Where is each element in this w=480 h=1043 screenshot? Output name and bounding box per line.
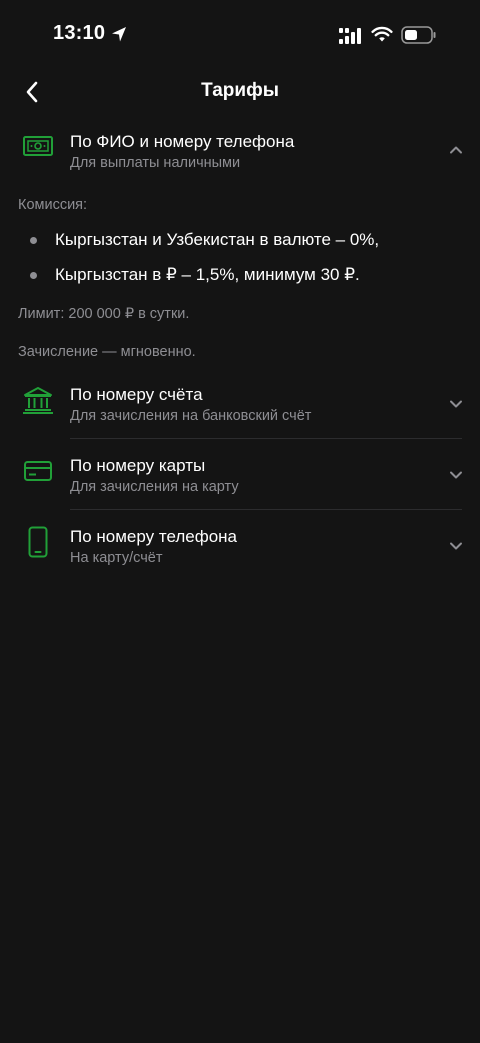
bank-icon	[20, 382, 56, 418]
credit-time-text: Зачисление — мгновенно.	[18, 344, 196, 360]
option-title: По ФИО и номеру телефона	[70, 132, 295, 151]
chevron-down-icon	[446, 536, 466, 556]
cellular-signal-icon	[339, 28, 361, 44]
list-item: Кыргызстан и Узбекистан в валюте – 0%,	[0, 228, 480, 252]
limit-text: Лимит: 200 000 ₽ в сутки.	[18, 306, 190, 322]
tariff-option-cash[interactable]: По ФИО и номеру телефона Для выплаты нал…	[0, 124, 480, 182]
status-time: 13:10	[53, 22, 106, 44]
phone-icon	[20, 524, 56, 560]
tariff-option-card[interactable]: По номеру карты Для зачисления на карту	[0, 447, 480, 509]
option-subtitle: Для зачисления на банковский счёт	[70, 408, 312, 424]
option-title: По номеру телефона	[70, 527, 238, 546]
list-item: Кыргызстан в ₽ – 1,5%, минимум 30 ₽.	[0, 263, 480, 287]
card-icon	[20, 453, 56, 489]
battery-icon	[401, 26, 436, 44]
tariff-option-phone[interactable]: По номеру телефона На карту/счёт	[0, 518, 480, 580]
commission-label: Комиссия:	[18, 197, 88, 213]
option-title: По номеру карты	[70, 456, 206, 475]
wifi-icon	[371, 26, 393, 42]
banknote-icon	[20, 128, 56, 164]
bullet-text: Кыргызстан и Узбекистан в валюте – 0%,	[55, 230, 380, 249]
option-title: По номеру счёта	[70, 385, 203, 404]
chevron-down-icon	[446, 465, 466, 485]
bullet-dot	[30, 272, 37, 279]
bullet-dot	[30, 237, 37, 244]
page-title: Тарифы	[201, 80, 279, 101]
tariff-option-account[interactable]: По номеру счёта Для зачисления на банков…	[0, 376, 480, 438]
chevron-up-icon	[446, 140, 466, 160]
option-subtitle: Для зачисления на карту	[70, 479, 239, 495]
navigation-bar: Тарифы	[0, 70, 480, 114]
option-subtitle: На карту/счёт	[70, 550, 163, 566]
bullet-text: Кыргызстан в ₽ – 1,5%, минимум 30 ₽.	[55, 265, 360, 284]
option-subtitle: Для выплаты наличными	[70, 155, 241, 171]
divider	[70, 509, 462, 510]
location-arrow-icon	[112, 27, 126, 42]
chevron-down-icon	[446, 394, 466, 414]
status-bar: 13:10	[0, 0, 480, 70]
divider	[70, 438, 462, 439]
